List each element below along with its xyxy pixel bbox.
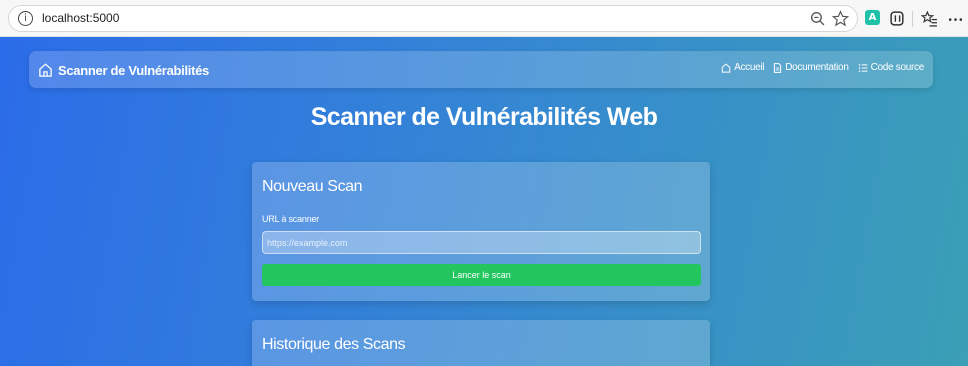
brand-link[interactable]: Scanner de Vulnérabilités (38, 60, 209, 80)
toolbar-separator (912, 11, 913, 27)
brand-label: Scanner de Vulnérabilités (58, 62, 209, 78)
scan-history-title: Historique des Scans (262, 336, 406, 353)
nav-link-label: Accueil (734, 62, 765, 73)
nav-links: Accueil Documentation Code source (721, 62, 924, 73)
more-icon[interactable] (947, 10, 964, 27)
navbar: Scanner de Vulnérabilités Accueil Docume… (29, 51, 933, 88)
copilot-icon[interactable] (889, 10, 906, 27)
extension-icon[interactable]: A (865, 10, 880, 25)
home-icon (721, 62, 731, 73)
favorite-star-icon[interactable] (832, 10, 849, 27)
zoom-icon[interactable] (809, 10, 826, 27)
info-icon[interactable]: i (18, 11, 33, 26)
address-bar[interactable]: i localhost:5000 (8, 5, 858, 32)
new-scan-card: Nouveau Scan URL à scanner Lancer le sca… (252, 162, 710, 301)
nav-link-documentation[interactable]: Documentation (773, 62, 849, 73)
page-title: Scanner de Vulnérabilités Web (310, 103, 658, 131)
app-background: Scanner de Vulnérabilités Accueil Docume… (0, 37, 968, 366)
document-icon (774, 62, 782, 73)
scan-history-card: Historique des Scans (252, 320, 710, 366)
nav-link-label: Code source (870, 62, 925, 73)
nav-link-label: Documentation (785, 62, 849, 73)
url-label: URL à scanner (262, 214, 320, 224)
url-input[interactable] (262, 231, 701, 254)
address-url[interactable]: localhost:5000 (42, 11, 119, 25)
nav-link-accueil[interactable]: Accueil (721, 62, 765, 73)
nav-link-code-source[interactable]: Code source (858, 62, 924, 73)
favorites-bar-icon[interactable] (921, 10, 938, 27)
home-icon (39, 63, 52, 77)
browser-toolbar: i localhost:5000 A (0, 0, 968, 37)
launch-scan-button[interactable]: Lancer le scan (262, 264, 701, 286)
new-scan-title: Nouveau Scan (262, 178, 363, 195)
list-icon (858, 63, 867, 72)
